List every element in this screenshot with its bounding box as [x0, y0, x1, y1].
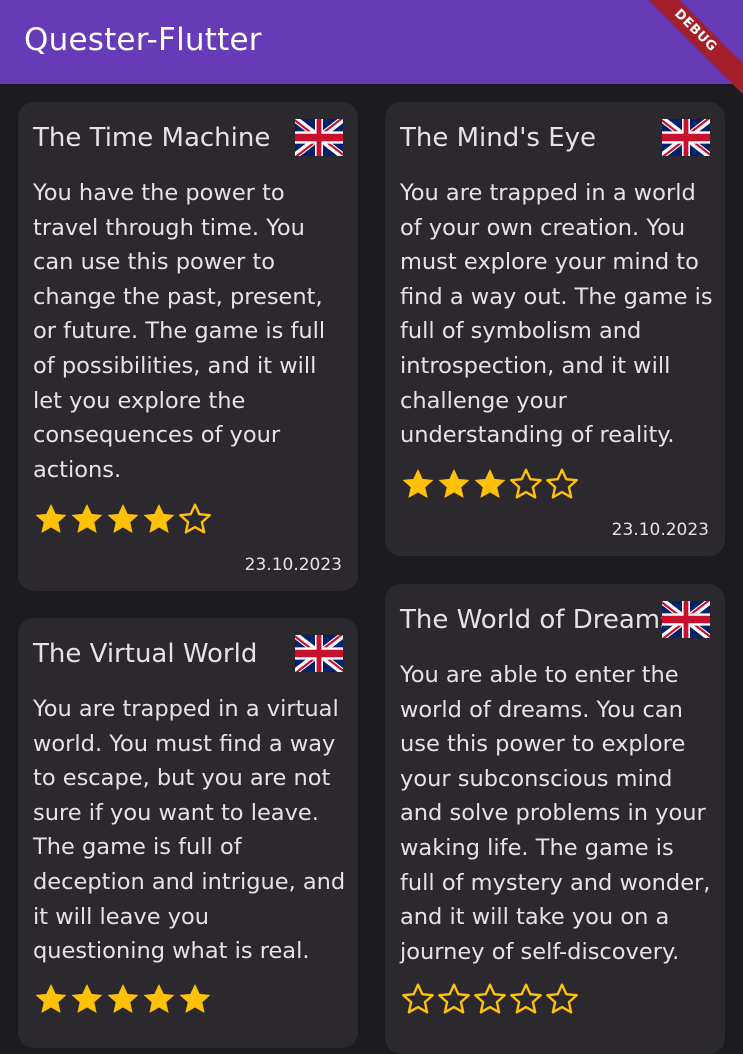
uk-flag-icon [295, 635, 343, 672]
rating-stars [33, 501, 213, 537]
star-filled-icon [474, 469, 506, 498]
star-filled-icon [143, 504, 175, 533]
app-title: Quester-Flutter [24, 22, 262, 58]
quest-title: The Virtual World [33, 639, 258, 669]
star-outline-icon [179, 503, 211, 534]
quest-card[interactable]: The Mind's Eye You are trapped in a worl… [385, 102, 725, 556]
star-filled-icon [71, 504, 103, 533]
rating-stars [33, 981, 213, 1017]
quest-title: The Time Machine [33, 123, 271, 153]
uk-flag-icon [295, 119, 343, 156]
quest-title: The World of Dreams [400, 605, 674, 635]
rating-stars [400, 466, 580, 502]
rating-stars [400, 981, 580, 1017]
star-outline-icon [546, 983, 578, 1014]
star-outline-icon [510, 468, 542, 499]
quest-description: You have the power to travel through tim… [33, 180, 326, 483]
star-filled-icon [71, 984, 103, 1013]
quest-description: You are trapped in a world of your own c… [400, 180, 713, 449]
star-outline-icon [402, 983, 434, 1014]
star-outline-icon [510, 983, 542, 1014]
quest-date: 23.10.2023 [611, 520, 709, 540]
quest-date: 23.10.2023 [244, 555, 342, 575]
star-filled-icon [438, 469, 470, 498]
star-filled-icon [35, 504, 67, 533]
star-outline-icon [438, 983, 470, 1014]
star-filled-icon [35, 984, 67, 1013]
app-bar: Quester-Flutter [0, 0, 743, 84]
star-outline-icon [474, 983, 506, 1014]
quest-card[interactable]: The Time Machine You have the power to t… [18, 102, 358, 591]
star-filled-icon [143, 984, 175, 1013]
star-outline-icon [546, 468, 578, 499]
quest-title: The Mind's Eye [400, 123, 597, 153]
uk-flag-icon [662, 119, 710, 156]
star-filled-icon [402, 469, 434, 498]
star-filled-icon [107, 984, 139, 1013]
quest-description: You are able to enter the world of dream… [400, 662, 711, 965]
quest-card[interactable]: The Virtual World You are trapped in a v… [18, 618, 358, 1048]
quest-card[interactable]: The World of Dreams You are able to ente… [385, 584, 725, 1054]
quest-description: You are trapped in a virtual world. You … [33, 696, 346, 965]
star-filled-icon [107, 504, 139, 533]
uk-flag-icon [662, 601, 710, 638]
star-filled-icon [179, 984, 211, 1013]
